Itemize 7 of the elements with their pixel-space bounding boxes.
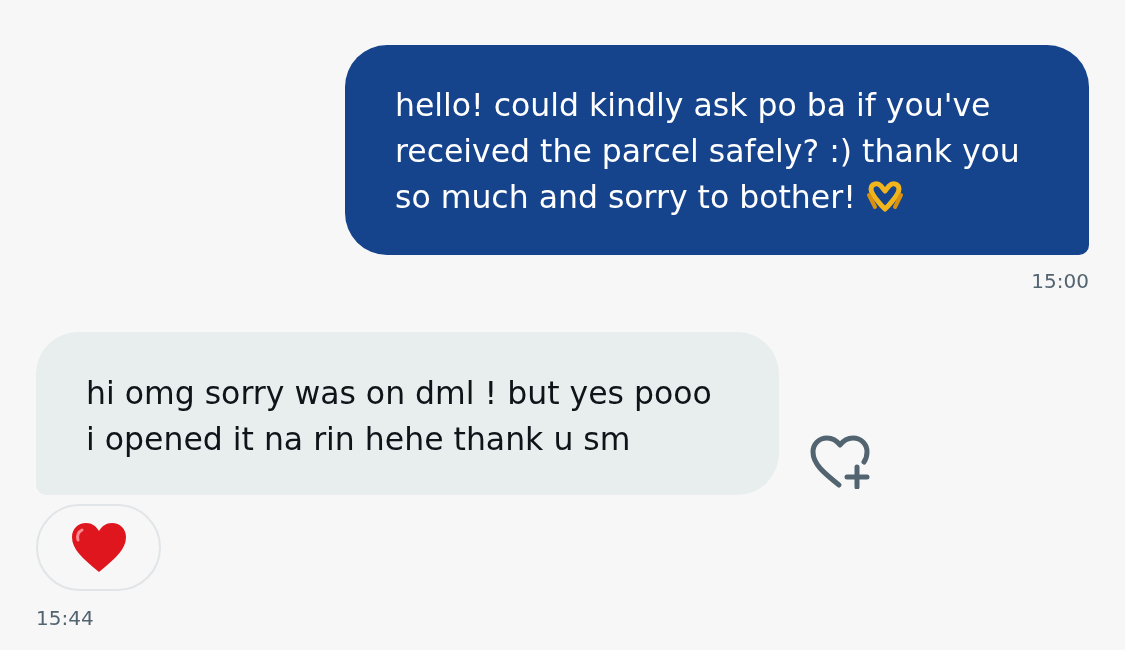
heart-icon xyxy=(69,521,128,574)
heart-plus-icon xyxy=(808,435,872,489)
received-message: hi omg sorry was on dml ! but yes pooo i opened it na rin hehe thank u sm xyxy=(36,332,779,495)
message-time: 15:00 xyxy=(1031,268,1089,294)
message-time: 15:44 xyxy=(36,605,94,631)
sent-message: hello! could kindly ask po ba if you've received the parcel safely? :) thank you so much and sorry to bother! xyxy=(345,45,1089,255)
react-button[interactable] xyxy=(808,435,872,489)
